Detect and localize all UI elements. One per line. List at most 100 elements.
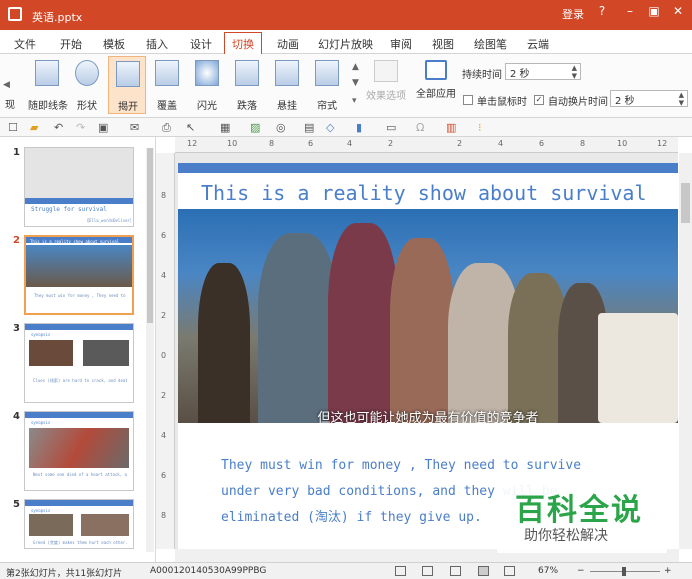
slide-thumb-4[interactable]: synopsis Next some one died of a heart a…	[24, 411, 134, 491]
transition-flash[interactable]: 闪光	[188, 56, 226, 114]
thumb-image	[29, 428, 129, 468]
tab-review[interactable]: 审阅	[390, 36, 412, 52]
minimize-button[interactable]: –	[622, 4, 638, 18]
more-icon[interactable]: ⁝	[478, 121, 482, 134]
transition-random-bars[interactable]: 随即线条	[28, 56, 68, 114]
tab-file[interactable]: 文件	[14, 36, 36, 52]
duration-input[interactable]: 2 秒 ▲ ▼	[505, 63, 581, 80]
auto-advance-checkbox[interactable]: ✓	[534, 95, 544, 105]
ruler-number: 2	[161, 311, 167, 320]
ruler-number: 8	[161, 191, 167, 200]
normal-view-icon[interactable]	[422, 566, 433, 576]
watermark-title: 百科全说	[515, 493, 643, 528]
ruler-number: 0	[161, 351, 167, 360]
on-click-checkbox[interactable]	[463, 95, 473, 105]
spinner-icon[interactable]: ▲ ▼	[572, 64, 577, 80]
symbol-icon[interactable]: Ω	[416, 121, 424, 134]
mail-icon[interactable]: ✉	[130, 121, 139, 134]
tab-design[interactable]: 设计	[190, 36, 212, 52]
save-icon[interactable]: ▣	[98, 121, 108, 134]
reading-view-icon[interactable]	[478, 566, 489, 576]
transition-cover[interactable]: 覆盖	[148, 56, 186, 114]
chart-icon[interactable]: ▮	[356, 121, 362, 134]
login-link[interactable]: 登录	[562, 6, 584, 22]
thumbnails-scrollbar[interactable]	[146, 148, 154, 552]
slide-number: 3	[13, 323, 20, 334]
help-icon[interactable]: ?	[594, 4, 610, 18]
scroll-left-icon[interactable]: ◀	[3, 80, 10, 90]
slide-thumb-3[interactable]: synopsis Clues (线索) are hard to crack, a…	[24, 323, 134, 403]
open-icon[interactable]: ▰	[30, 121, 38, 134]
thumb-body: Greed (贪婪) makes them hurt each other...	[33, 540, 127, 545]
tab-home[interactable]: 开始	[60, 36, 82, 52]
undo-icon[interactable]: ↶	[54, 121, 63, 134]
drape-icon	[275, 60, 299, 86]
transition-fall[interactable]: 跌落	[228, 56, 266, 114]
gallery-more-icon[interactable]: ▾	[352, 96, 357, 106]
sorter-view-icon[interactable]	[450, 566, 461, 576]
title-bar: 英语.pptx 登录 ? – ▣ ✕	[0, 0, 692, 30]
tab-view[interactable]: 视图	[432, 36, 454, 52]
close-button[interactable]: ✕	[670, 4, 686, 18]
zoom-slider-thumb[interactable]	[622, 567, 626, 576]
zoom-in-icon[interactable]: +	[664, 566, 672, 576]
transition-shape[interactable]: 形状	[68, 56, 106, 114]
slide-icon[interactable]: ▥	[446, 121, 456, 134]
pointer-icon[interactable]: ↖	[186, 121, 195, 134]
auto-advance-input[interactable]: 2 秒 ▲ ▼	[610, 90, 688, 107]
print-icon[interactable]: ⎙	[162, 121, 171, 135]
transition-drape[interactable]: 悬挂	[268, 56, 306, 114]
new-icon[interactable]: ☐	[8, 121, 18, 134]
slide-top-band	[178, 163, 678, 173]
transition-label: 揭开	[118, 102, 138, 113]
duration-value: 2 秒	[510, 69, 530, 80]
slideshow-view-icon[interactable]	[395, 566, 406, 576]
notes-view-icon[interactable]	[504, 566, 515, 576]
tab-transitions[interactable]: 切换	[224, 32, 262, 55]
effect-options-button[interactable]: 效果选项	[366, 87, 406, 102]
transition-uncover[interactable]: 揭开	[108, 56, 146, 114]
zoom-level: 67%	[538, 566, 559, 576]
thumb-band	[25, 324, 133, 330]
scrollbar-thumb[interactable]	[147, 148, 153, 323]
canvas-vertical-scrollbar[interactable]	[679, 153, 692, 549]
picture-icon[interactable]: ▨	[250, 121, 260, 134]
ruler-number: 8	[161, 511, 167, 520]
scrollbar-thumb[interactable]	[681, 183, 690, 223]
transition-label: 随即线条	[28, 101, 68, 112]
effect-options-icon	[374, 60, 398, 82]
restore-button[interactable]: ▣	[646, 4, 662, 18]
transition-label: 覆盖	[157, 101, 177, 112]
thumb-title: synopsis	[31, 508, 51, 513]
slide-thumb-2[interactable]: This is a reality show about survival Th…	[24, 235, 134, 315]
transition-curtains[interactable]: 帘式	[308, 56, 346, 114]
gallery-up-icon[interactable]: ▲	[352, 62, 359, 72]
thumb-band	[25, 412, 133, 418]
slide-thumb-5[interactable]: synopsis Greed (贪婪) makes them hurt each…	[24, 499, 134, 549]
slide-photo[interactable]: 但这也可能让她成为最有价值的竞争者	[178, 209, 678, 423]
tab-template[interactable]: 模板	[103, 36, 125, 52]
shapes-icon[interactable]: ◇	[326, 121, 334, 134]
thumb-body: They must win for money , They need to s…	[34, 293, 128, 298]
transition-label: 闪光	[197, 101, 217, 112]
tab-insert[interactable]: 插入	[146, 36, 168, 52]
ruler-number: 6	[308, 139, 314, 148]
tab-animations[interactable]: 动画	[277, 36, 299, 52]
slide-title[interactable]: This is a reality show about survival	[201, 181, 647, 205]
gallery-down-icon[interactable]: ▼	[352, 78, 359, 88]
apply-all-button[interactable]: 全部应用	[416, 85, 456, 100]
tab-pen[interactable]: 绘图笔	[474, 36, 507, 52]
tab-slideshow[interactable]: 幻灯片放映	[318, 36, 373, 52]
redo-icon[interactable]: ↷	[76, 121, 85, 134]
slide-thumb-1[interactable]: Struggle for survival 【Ella_wordsDeliver…	[24, 147, 134, 227]
spinner-icon[interactable]: ▲ ▼	[679, 91, 684, 107]
tab-cloud[interactable]: 云端	[527, 36, 549, 52]
table-icon[interactable]: ▦	[220, 121, 230, 134]
screenshot-icon[interactable]: ◎	[276, 121, 286, 134]
menu-tab-bar: 文件 开始 模板 插入 设计 切换 动画 幻灯片放映 审阅 视图 绘图笔 云端	[0, 30, 692, 55]
thumb-title: This is a reality show about survival	[30, 239, 120, 244]
media-icon[interactable]: ▤	[304, 121, 314, 134]
app-icon[interactable]	[8, 7, 22, 21]
textbox-icon[interactable]: ▭	[386, 121, 396, 134]
zoom-out-icon[interactable]: −	[577, 566, 585, 576]
